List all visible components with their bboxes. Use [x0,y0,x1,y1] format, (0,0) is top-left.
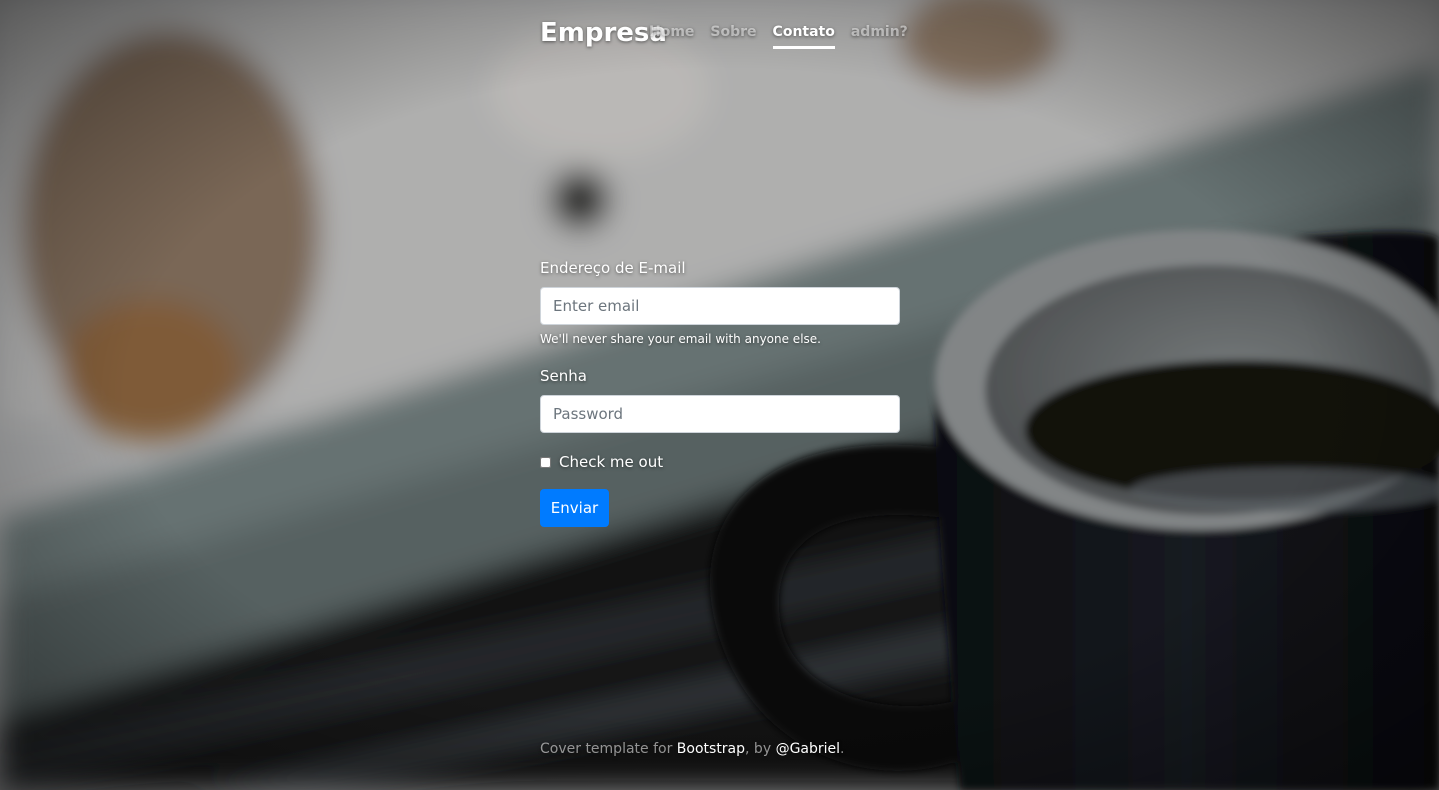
footer-prefix: Cover template for [540,741,677,757]
email-input[interactable] [540,287,900,325]
password-input[interactable] [540,395,900,433]
check-me-out-checkbox[interactable] [540,456,551,468]
nav-item-admin[interactable]: admin? [851,24,908,49]
footer-author-link[interactable]: @Gabriel [776,741,840,757]
nav-item-sobre[interactable]: Sobre [710,24,756,49]
password-label: Senha [540,367,587,385]
email-help-text: We'll never share your email with anyone… [540,332,821,346]
masthead: Empresa Home Sobre Contato admin? [540,14,908,54]
nav-item-contato[interactable]: Contato [772,24,835,49]
brand-logo[interactable]: Empresa [540,18,667,48]
check-me-out-label[interactable]: Check me out [559,453,663,471]
nav-item-home[interactable]: Home [649,24,694,49]
submit-button[interactable]: Enviar [540,489,609,527]
email-label: Endereço de E-mail [540,259,686,277]
remember-checkbox-row: Check me out [540,453,900,471]
login-form: Endereço de E-mail We'll never share you… [540,259,900,527]
password-group: Senha [540,367,900,433]
footer-bootstrap-link[interactable]: Bootstrap [677,741,745,757]
footer-suffix: . [840,741,845,757]
footer: Cover template for Bootstrap, by @Gabrie… [540,741,844,757]
main-nav: Home Sobre Contato admin? [649,24,908,49]
footer-middle: , by [745,741,776,757]
